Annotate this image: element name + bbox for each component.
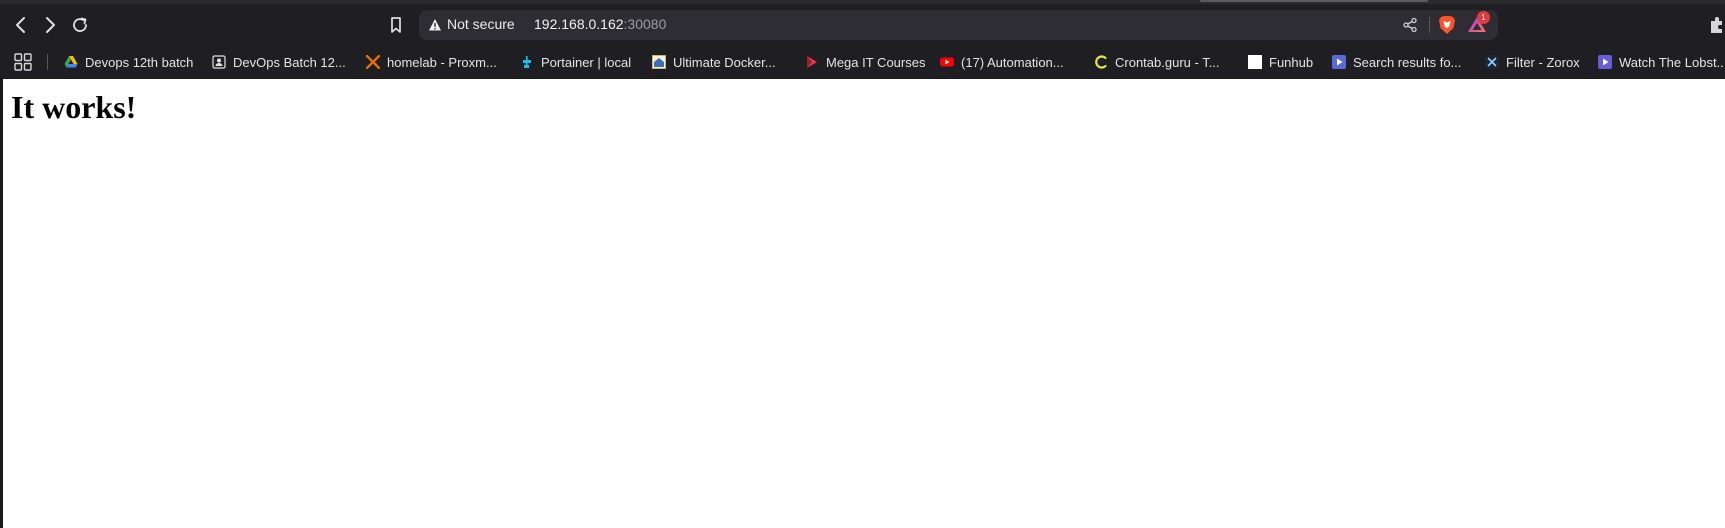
bookmark-item[interactable]: Devops 12th batch: [64, 52, 193, 72]
bookmark-label: Devops 12th batch: [85, 54, 194, 70]
reload-button[interactable]: [67, 12, 93, 38]
bookmark-icon: [391, 17, 401, 33]
url-port: :30080: [623, 16, 667, 32]
bookmark-item[interactable]: Funhub: [1248, 52, 1313, 72]
bookmark-label: Watch The Lobst...: [1619, 54, 1725, 70]
bookmark-item[interactable]: Portainer | local: [520, 52, 631, 72]
reload-icon: [73, 17, 87, 32]
video-play-icon: [1332, 55, 1346, 69]
blank-page-icon: [1248, 55, 1262, 69]
bookmark-item[interactable]: DevOps Batch 12...: [212, 52, 346, 72]
zorox-icon: [1485, 55, 1499, 69]
address-bar[interactable]: Not secure 192.168.0.162:30080 1: [419, 10, 1498, 40]
bookmark-label: DevOps Batch 12...: [233, 54, 346, 70]
back-button[interactable]: [8, 12, 34, 38]
forward-button[interactable]: [37, 12, 63, 38]
bookmark-item[interactable]: Search results fo...: [1332, 52, 1461, 72]
active-tab-indicator[interactable]: [1200, 0, 1428, 2]
bookmark-item[interactable]: Ultimate Docker...: [652, 52, 776, 72]
brave-shields-icon[interactable]: [1438, 15, 1456, 35]
bookmark-item[interactable]: Mega IT Courses: [805, 52, 925, 72]
bookmark-label: Search results fo...: [1353, 54, 1462, 70]
page-heading: It works!: [11, 89, 137, 125]
portainer-icon: [520, 55, 534, 69]
apps-grid-icon[interactable]: [14, 53, 32, 71]
bookmarks-bar: Devops 12th batch DevOps Batch 12... hom…: [0, 46, 1725, 78]
warning-icon[interactable]: [428, 18, 442, 32]
bookmark-item[interactable]: homelab - Proxm...: [366, 52, 497, 72]
bookmark-item[interactable]: Filter - Zorox: [1485, 52, 1580, 72]
bookmark-label: Funhub: [1269, 54, 1314, 70]
contact-card-icon: [212, 55, 226, 69]
address-bar-divider: [1429, 17, 1430, 33]
bookmarks-divider: [47, 54, 48, 70]
url-host: 192.168.0.162: [534, 16, 624, 32]
video-play-icon: [1598, 55, 1612, 69]
rewards-badge: 1: [1477, 11, 1490, 24]
bookmark-page-button[interactable]: [383, 12, 409, 38]
share-icon[interactable]: [1402, 17, 1418, 33]
forward-icon: [46, 17, 55, 33]
security-status-label[interactable]: Not secure: [447, 16, 515, 32]
mega-courses-icon: [805, 55, 819, 69]
bookmark-label: Portainer | local: [541, 54, 632, 70]
google-drive-icon: [64, 55, 78, 69]
brave-rewards-button[interactable]: 1: [1466, 11, 1490, 35]
url-text[interactable]: 192.168.0.162:30080: [534, 16, 666, 32]
back-icon: [16, 17, 25, 33]
bookmark-item[interactable]: Watch The Lobst...: [1598, 52, 1725, 72]
bookmark-label: homelab - Proxm...: [387, 54, 497, 70]
bookmark-item[interactable]: (17) Automation...: [940, 52, 1064, 72]
bookmark-label: Filter - Zorox: [1506, 54, 1580, 70]
bookmark-label: Mega IT Courses: [826, 54, 926, 70]
page-content: It works!: [3, 79, 1725, 528]
youtube-icon: [940, 55, 954, 69]
crontab-icon: [1094, 55, 1108, 69]
browser-toolbar: Not secure 192.168.0.162:30080 1: [0, 4, 1725, 46]
course-icon: [652, 55, 666, 69]
bookmark-item[interactable]: Crontab.guru - T...: [1094, 52, 1220, 72]
extensions-icon[interactable]: [1708, 16, 1725, 33]
bookmark-label: (17) Automation...: [961, 54, 1064, 70]
bookmark-label: Crontab.guru - T...: [1115, 54, 1220, 70]
bookmark-label: Ultimate Docker...: [673, 54, 776, 70]
proxmox-icon: [366, 55, 380, 69]
